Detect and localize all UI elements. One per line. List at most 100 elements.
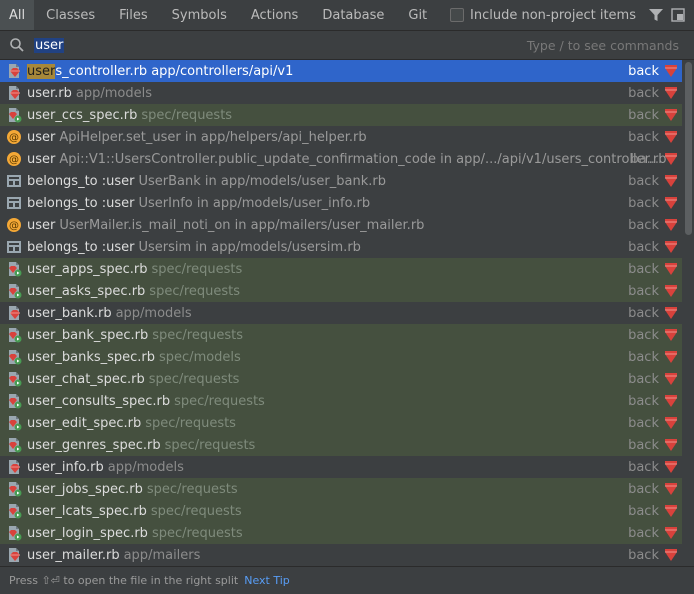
list-item-name: belongs_to :user xyxy=(27,195,135,211)
list-item-branch: back xyxy=(628,280,682,302)
list-item-branch: back xyxy=(628,236,682,258)
list-item-name: user xyxy=(27,151,56,167)
list-item-location: spec/requests xyxy=(148,371,240,387)
list-item-context: UserInfo in app/models/user_info.rb xyxy=(138,195,371,211)
list-item-context: Usersim in app/models/usersim.rb xyxy=(138,239,361,255)
svg-text:@: @ xyxy=(9,155,19,166)
ruby-file-icon xyxy=(6,85,22,101)
list-item[interactable]: belongs_to :user UserInfo in app/models/u… xyxy=(0,192,682,214)
list-item-branch: back xyxy=(628,368,682,390)
list-item[interactable]: user_bank.rb app/models back xyxy=(0,302,682,324)
include-non-project-toggle[interactable]: Include non-project items xyxy=(450,0,642,30)
list-item-name: user.rb xyxy=(27,85,72,101)
list-item-name: user_mailer.rb xyxy=(27,547,120,563)
include-non-project-checkbox[interactable] xyxy=(450,8,465,22)
branch-label: back xyxy=(628,349,659,365)
branch-icon xyxy=(663,305,679,321)
list-item-location: app/mailers xyxy=(123,547,201,563)
branch-label: back xyxy=(628,525,659,541)
svg-text:@: @ xyxy=(9,133,19,144)
list-item[interactable]: user_info.rb app/models back xyxy=(0,456,682,478)
list-item-name: user_ccs_spec.rb xyxy=(27,107,138,123)
search-bar[interactable]: user Type / to see commands xyxy=(0,31,694,60)
branch-icon xyxy=(663,547,679,563)
association-icon xyxy=(6,239,22,255)
list-item[interactable]: user_edit_spec.rb spec/requests back xyxy=(0,412,682,434)
list-item-name: user_edit_spec.rb xyxy=(27,415,142,431)
scrollbar[interactable] xyxy=(682,60,694,566)
branch-label: back xyxy=(628,459,659,475)
tab-all[interactable]: All xyxy=(0,0,35,30)
tab-symbols[interactable]: Symbols xyxy=(160,0,239,30)
list-item[interactable]: belongs_to :user Usersim in app/models/us… xyxy=(0,236,682,258)
branch-label: ba... xyxy=(630,151,659,167)
list-item-name: user_genres_spec.rb xyxy=(27,437,161,453)
list-item[interactable]: users_controller.rb app/controllers/api/v… xyxy=(0,60,682,82)
list-item[interactable]: user.rb app/models back xyxy=(0,82,682,104)
list-item-location: spec/requests xyxy=(174,393,265,409)
pin-icon[interactable] xyxy=(670,0,686,30)
list-item[interactable]: user_chat_spec.rb spec/requests back xyxy=(0,368,682,390)
list-item[interactable]: user_login_spec.rb spec/requests back xyxy=(0,522,682,544)
tab-files[interactable]: Files xyxy=(107,0,160,30)
list-item[interactable]: user_lcats_spec.rb spec/requests back xyxy=(0,500,682,522)
branch-label: back xyxy=(628,261,659,277)
branch-label: back xyxy=(628,195,659,211)
branch-label: back xyxy=(628,283,659,299)
search-input[interactable]: user xyxy=(34,37,65,53)
list-item-branch: back xyxy=(628,412,682,434)
list-item-name: users_controller.rb xyxy=(27,63,148,79)
list-item[interactable]: @ user UserMailer.is_mail_noti_on in app/m… xyxy=(0,214,682,236)
list-item[interactable]: user_consults_spec.rb spec/requests back xyxy=(0,390,682,412)
scrollbar-thumb[interactable] xyxy=(685,62,692,235)
ruby-file-icon xyxy=(6,305,22,321)
association-icon xyxy=(6,173,22,189)
method-icon: @ xyxy=(6,129,22,145)
branch-icon xyxy=(663,173,679,189)
tab-git[interactable]: Git xyxy=(396,0,439,30)
list-item[interactable]: user_jobs_spec.rb spec/requests back xyxy=(0,478,682,500)
branch-label: back xyxy=(628,173,659,189)
list-item-location: spec/requests xyxy=(150,503,242,519)
branch-label: back xyxy=(628,63,659,79)
list-item-branch: back xyxy=(628,478,682,500)
list-item-name-rest: s_controller.rb xyxy=(55,63,148,79)
filter-icon[interactable] xyxy=(648,0,664,30)
tab-actions[interactable]: Actions xyxy=(239,0,311,30)
branch-label: back xyxy=(628,327,659,343)
list-item[interactable]: user_banks_spec.rb spec/models back xyxy=(0,346,682,368)
list-item-location: app/models xyxy=(75,85,152,101)
ruby-test-file-icon xyxy=(6,283,22,299)
branch-label: back xyxy=(628,107,659,123)
branch-label: back xyxy=(628,437,659,453)
list-item[interactable]: user_bank_spec.rb spec/requests back xyxy=(0,324,682,346)
list-item[interactable]: @ user ApiHelper.set_user in app/helpers/a… xyxy=(0,126,682,148)
branch-icon xyxy=(663,503,679,519)
branch-label: back xyxy=(628,503,659,519)
ruby-test-file-icon xyxy=(6,107,22,123)
branch-icon xyxy=(663,327,679,343)
list-item[interactable]: user_asks_spec.rb spec/requests back xyxy=(0,280,682,302)
list-item-location: app/models xyxy=(107,459,184,475)
branch-label: back xyxy=(628,85,659,101)
list-item-branch: back xyxy=(628,346,682,368)
list-item-name: user xyxy=(27,129,56,145)
branch-label: back xyxy=(628,415,659,431)
branch-icon xyxy=(663,349,679,365)
tab-classes[interactable]: Classes xyxy=(34,0,107,30)
list-item[interactable]: user_apps_spec.rb spec/requests back xyxy=(0,258,682,280)
ruby-file-icon xyxy=(6,63,22,79)
ruby-test-file-icon xyxy=(6,415,22,431)
list-item[interactable]: user_genres_spec.rb spec/requests back xyxy=(0,434,682,456)
list-item[interactable]: user_mailer.rb app/mailers back xyxy=(0,544,682,566)
branch-icon xyxy=(663,217,679,233)
next-tip-link[interactable]: Next Tip xyxy=(244,574,290,587)
list-item-branch: back xyxy=(628,82,682,104)
tab-database[interactable]: Database xyxy=(310,0,396,30)
branch-label: back xyxy=(628,371,659,387)
footer-hint: Press ⇧⏎ to open the file in the right s… xyxy=(9,574,239,587)
list-item[interactable]: @ user Api::V1::UsersController.public_upd… xyxy=(0,148,682,170)
list-item[interactable]: user_ccs_spec.rb spec/requests back xyxy=(0,104,682,126)
match-highlight: user xyxy=(27,63,56,79)
list-item[interactable]: belongs_to :user UserBank in app/models/u… xyxy=(0,170,682,192)
